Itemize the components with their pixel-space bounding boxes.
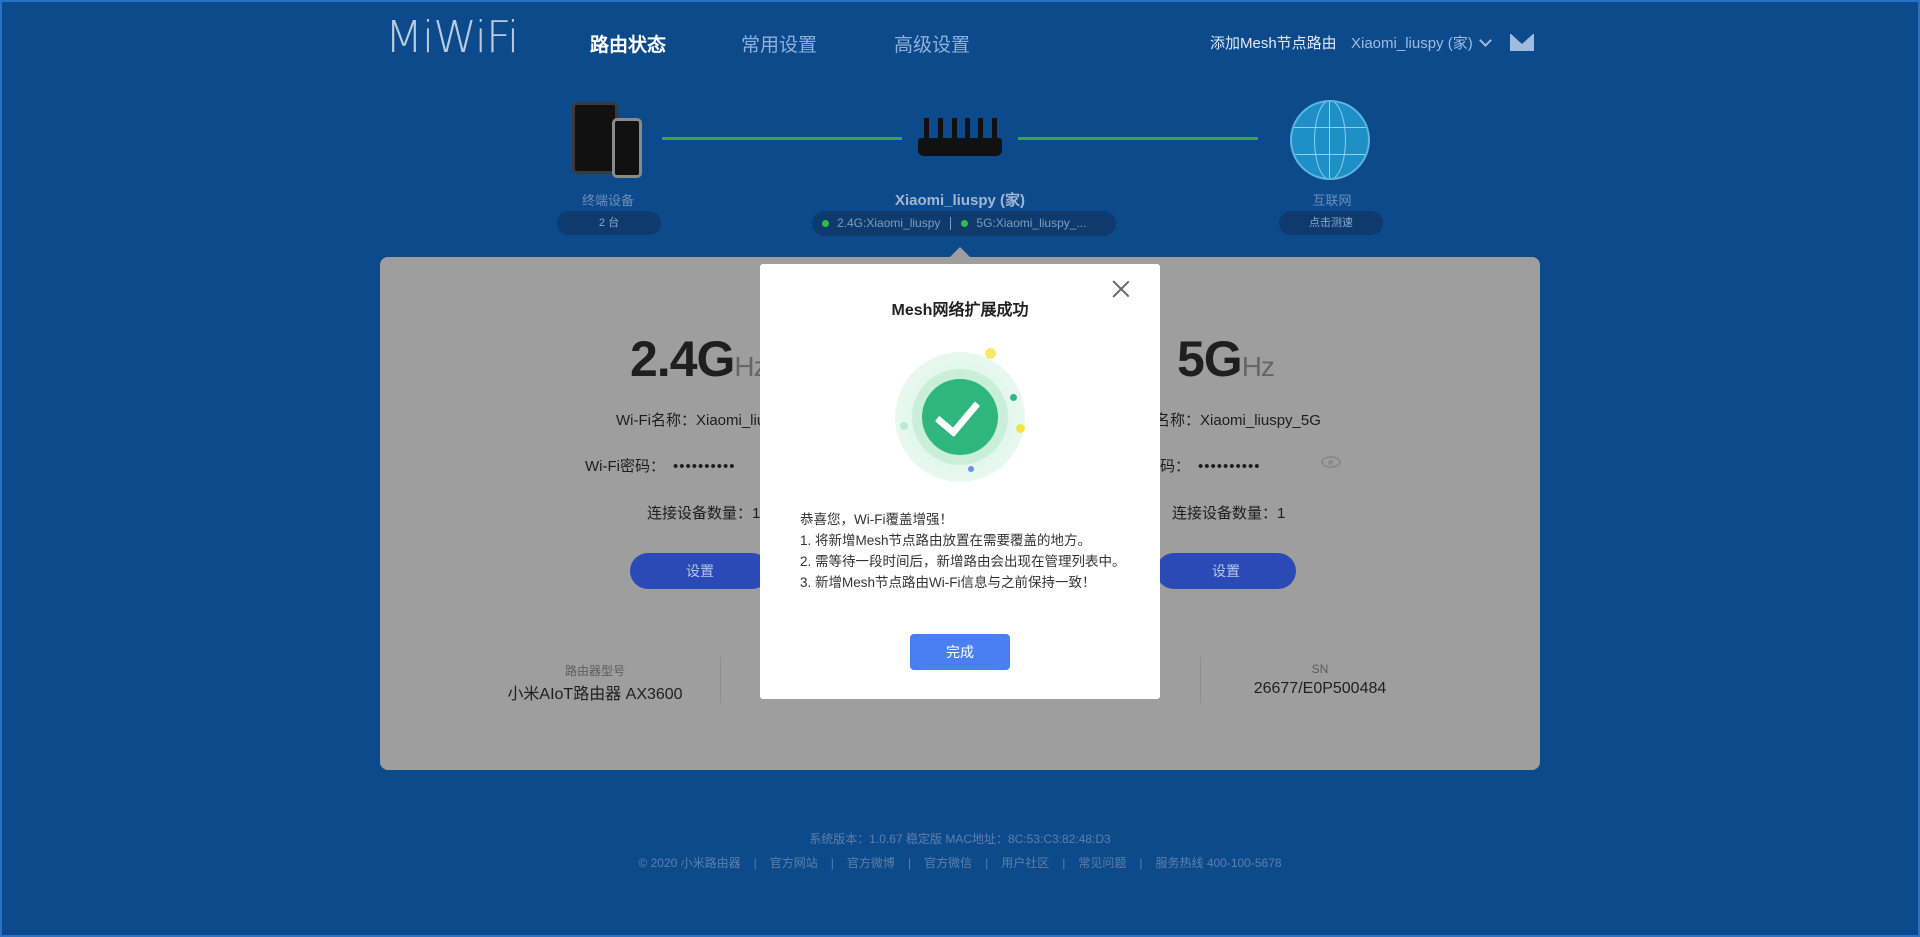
user-name: Xiaomi_liuspy (家) [1351,35,1473,52]
wifi-pw-label-24g: Wi-Fi密码： [585,458,665,475]
freq-24g: 2.4GHz [630,330,768,388]
footer-link-website[interactable]: 官方网站 [770,856,818,870]
sparkle-dot [1010,394,1017,401]
dialog-title: Mesh网络扩展成功 [891,302,1029,319]
settings-button-5g[interactable]: 设置 [1156,553,1296,589]
sparkle-dot [968,466,974,472]
footer-copyright: © 2020 小米路由器 [638,856,741,870]
ssid-pill: 2.4G:Xiaomi_liuspy 5G:Xiaomi_liuspy_... [812,211,1116,236]
wifi-name-label-5g: 名称： [1155,412,1201,429]
sparkle-dot [985,348,996,359]
devices-count-badge[interactable]: 2 台 [557,211,661,235]
devices-label: 终端设备 [581,193,634,208]
model-label: 路由器型号 [564,664,625,678]
success-illustration [885,342,1035,492]
sparkle-dot [900,422,908,430]
info-separator-right [1200,657,1201,703]
dialog-line: 1. 将新增Mesh节点路由放置在需要覆盖的地方。 [800,533,1092,548]
wifi-pw-label-5g: 码： [1160,458,1191,475]
footer-hotline: 服务热线 400-100-5678 [1155,856,1282,870]
speed-test-button[interactable]: 点击测速 [1279,211,1383,235]
ssid-5g: 5G:Xiaomi_liuspy_... [976,216,1087,230]
ssid-divider [950,217,952,231]
footer-link-faq[interactable]: 常见问题 [1078,856,1126,870]
internet-label: 互联网 [1312,193,1352,208]
ssid-24g: 2.4G:Xiaomi_liuspy [837,216,941,230]
status-dot-24g [822,220,829,227]
freq-5g-unit: Hz [1241,351,1275,382]
footer-link-wechat[interactable]: 官方微信 [924,856,972,870]
done-button[interactable]: 完成 [910,634,1010,670]
freq-5g-value: 5G [1177,331,1243,387]
dialog-line: 3. 新增Mesh节点路由Wi-Fi信息与之前保持一致！ [800,575,1096,590]
nav-common-settings[interactable]: 常用设置 [741,30,817,57]
wifi-name-value-24g: Xiaomi_liu [695,412,766,429]
footer-link-community[interactable]: 用户社区 [1001,856,1049,870]
wifi-pw-value-24g: •••••••••• [672,458,736,475]
dialog-line: 恭喜您，Wi-Fi覆盖增强！ [800,512,953,527]
footer-version: 系统版本：1.0.67 稳定版 MAC地址：8C:53:C3:82:48:D3 [809,832,1111,846]
link-router-internet [1018,137,1258,140]
sn-label: SN [1311,662,1329,676]
dialog-message: 恭喜您，Wi-Fi覆盖增强！ 1. 将新增Mesh节点路由放置在需要覆盖的地方。… [800,509,1130,593]
footer-links: © 2020 小米路由器 | 官方网站 | 官方微博 | 官方微信 | 用户社区 | 常见问题 | 服务… [638,856,1282,870]
footer-link-weibo[interactable]: 官方微博 [847,856,895,870]
freq-24g-value: 2.4G [630,331,735,387]
wifi-name-value-5g: Xiaomi_liuspy_5G [1200,412,1321,429]
mesh-success-dialog: Mesh网络扩展成功 恭喜您，Wi-Fi覆盖增强！ 1. 将新增Mesh节点路由… [760,264,1160,699]
sn-value: 26677/E0P500484 [1253,680,1387,697]
wifi-name-5g: 名称：Xiaomi_liuspy_5G [1155,409,1321,430]
settings-button-24g[interactable]: 设置 [630,553,770,589]
wifi-name-label-24g: Wi-Fi名称： [616,412,696,429]
freq-5g: 5GHz [1177,330,1275,388]
nav-router-status[interactable]: 路由状态 [590,30,666,57]
user-menu[interactable]: Xiaomi_liuspy (家) [1351,32,1492,53]
router-name: Xiaomi_liuspy (家) [894,192,1026,209]
status-dot-5g [961,220,969,227]
nav-advanced-settings[interactable]: 高级设置 [894,30,970,57]
wifi-password-5g: 码： •••••••••• [1160,455,1261,476]
wifi-password-24g: Wi-Fi密码： •••••••••• [585,455,736,476]
globe-icon[interactable] [1290,100,1370,180]
device-count-24g: 连接设备数量：1 [647,505,761,522]
model-value: 小米AIoT路由器 AX3600 [507,686,683,703]
dialog-line: 2. 需等待一段时间后，新增路由会出现在管理列表中。 [800,554,1126,569]
wifi-pw-value-5g: •••••••••• [1198,458,1261,475]
info-separator-left [720,657,721,703]
wifi-name-24g: Wi-Fi名称：Xiaomi_liu [616,409,765,430]
mail-icon[interactable] [1510,34,1534,51]
show-password-icon[interactable] [1321,456,1341,468]
device-count-5g: 连接设备数量：1 [1172,505,1286,522]
miwifi-logo: MiWiFi [385,12,519,63]
add-mesh-link[interactable]: 添加Mesh节点路由 [1210,32,1337,53]
check-icon [922,379,998,455]
chevron-down-icon [1478,34,1492,47]
panel-caret [950,247,970,257]
router-icon[interactable] [918,118,1002,162]
link-devices-router [662,137,902,140]
sparkle-dot [1016,424,1025,433]
devices-icon[interactable] [572,100,644,180]
